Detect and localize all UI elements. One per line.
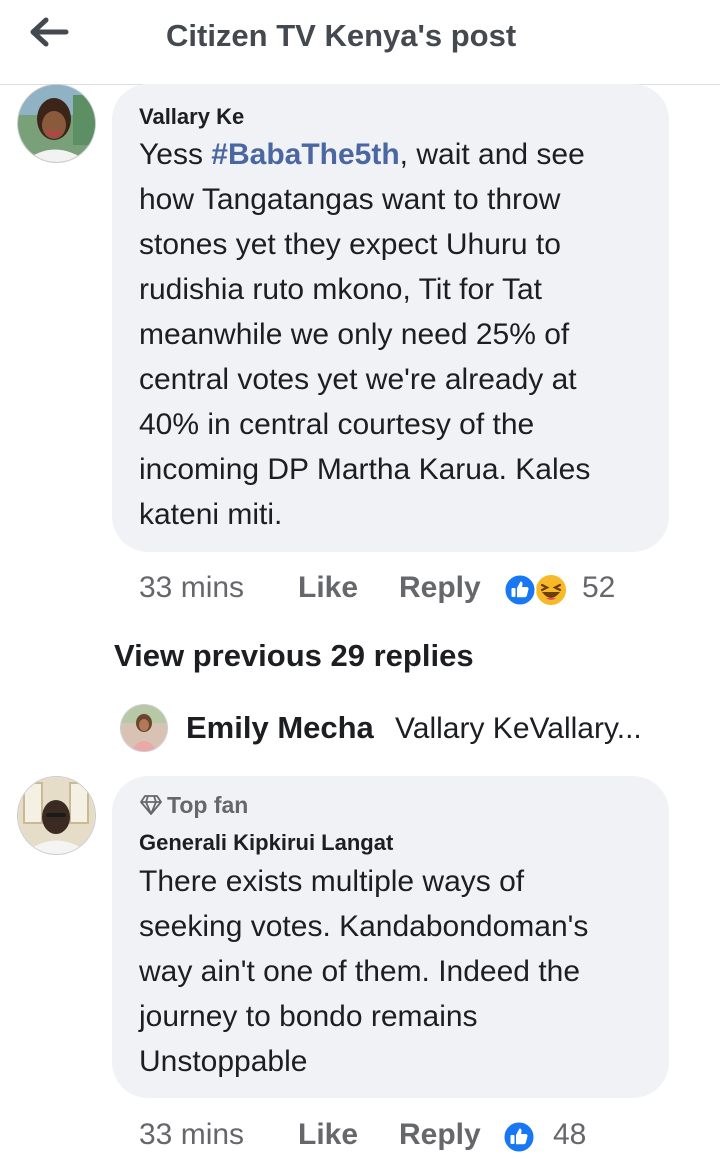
top-fan-label: Top fan: [167, 792, 249, 818]
avatar-photo: [18, 85, 95, 162]
reply-snippet[interactable]: Vallary KeVallary...: [395, 712, 642, 746]
comment-text: There exists multiple ways of seeking vo…: [139, 859, 588, 1084]
like-button[interactable]: Like: [298, 1118, 358, 1152]
comment-line: how Tangatangas want to throw: [139, 183, 561, 216]
like-reaction-icon: [503, 573, 537, 607]
reply-button[interactable]: Reply: [399, 571, 481, 605]
comment-text-rest: , wait and see: [399, 138, 585, 171]
comment-line: journey to bondo remains: [139, 1000, 478, 1033]
reactions-summary[interactable]: [502, 1120, 536, 1154]
reactions-summary[interactable]: [503, 572, 571, 608]
comment-timestamp: 33 mins: [139, 1118, 245, 1151]
top-fan-badge: Top fan: [139, 792, 248, 819]
comment-line: 40% in central courtesy of the: [139, 408, 535, 441]
like-reaction-icon: [502, 1120, 536, 1154]
comment-line: rudishia ruto mkono, Tit for Tat: [139, 273, 542, 306]
comment-line: way ain't one of them. Indeed the: [139, 955, 581, 988]
reply-button[interactable]: Reply: [399, 1118, 481, 1152]
comment-line: stones yet they expect Uhuru to: [139, 228, 561, 261]
page-title: Citizen TV Kenya's post: [166, 18, 517, 53]
top-bar: Citizen TV Kenya's post: [0, 0, 720, 85]
haha-reaction-icon: [534, 573, 568, 607]
diamond-icon: [140, 795, 162, 815]
avatar-photo: [121, 705, 167, 751]
comment-line: Yess #BabaThe5th, wait and see: [139, 132, 590, 177]
avatar-photo: [18, 777, 95, 854]
comment-text: Yess #BabaThe5th, wait and see how Tanga…: [139, 132, 590, 537]
view-previous-replies-link[interactable]: View previous 29 replies: [114, 638, 474, 674]
reaction-count[interactable]: 52: [582, 571, 615, 605]
comment-author[interactable]: Vallary Ke: [139, 104, 244, 130]
reply-avatar[interactable]: [120, 704, 168, 752]
back-button[interactable]: [26, 14, 70, 54]
avatar[interactable]: [17, 84, 96, 163]
reaction-count[interactable]: 48: [553, 1118, 586, 1152]
like-button[interactable]: Like: [298, 571, 358, 605]
avatar[interactable]: [17, 776, 96, 855]
comment-line: Unstoppable: [139, 1045, 308, 1078]
comment-author[interactable]: Generali Kipkirui Langat: [139, 830, 393, 856]
comment-line: incoming DP Martha Karua. Kales: [139, 453, 591, 486]
arrow-left-icon: [30, 17, 69, 47]
hashtag-link[interactable]: #BabaThe5th: [211, 138, 399, 171]
reply-author[interactable]: Emily Mecha: [186, 710, 374, 746]
comment-line: seeking votes. Kandabondoman's: [139, 910, 589, 943]
comment-text-prefix: Yess: [139, 138, 212, 171]
comment-line: meanwhile we only need 25% of: [139, 318, 570, 351]
comment-line: central votes yet we're already at: [139, 363, 577, 396]
comment-timestamp: 33 mins: [139, 571, 245, 604]
comment-line: There exists multiple ways of: [139, 865, 525, 898]
comment-line: kateni miti.: [139, 498, 283, 531]
